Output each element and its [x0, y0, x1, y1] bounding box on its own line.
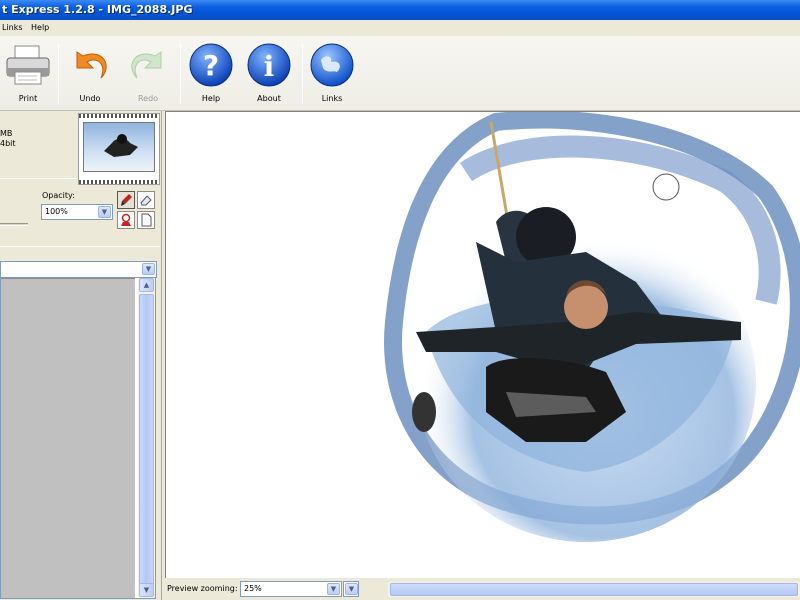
help-label: Help	[201, 94, 221, 103]
list-preview-area	[1, 278, 135, 598]
undo-button[interactable]: Undo	[62, 42, 118, 108]
image-depth-text: 4bit	[0, 139, 16, 148]
window-title: t Express 1.2.8 - IMG_2088.JPG	[2, 3, 193, 16]
chevron-down-icon[interactable]: ▼	[345, 583, 358, 595]
menu-help[interactable]: Help	[31, 23, 49, 32]
print-label: Print	[18, 94, 38, 103]
film-perforation	[79, 180, 159, 184]
print-button[interactable]: Print	[0, 42, 56, 108]
links-button[interactable]: Links	[304, 42, 360, 108]
opacity-label: Opacity:	[42, 191, 75, 200]
brush-icon	[121, 194, 132, 206]
links-globe-icon	[310, 43, 354, 87]
about-icon: i	[247, 43, 291, 87]
stamp-tool-button[interactable]	[117, 211, 135, 229]
vertical-scrollbar[interactable]: ▲ ▼	[138, 278, 155, 598]
chevron-down-icon[interactable]: ▼	[142, 263, 155, 275]
panel-divider	[0, 246, 160, 247]
printer-icon	[6, 45, 50, 85]
chevron-down-icon[interactable]: ▼	[327, 583, 340, 595]
edited-photo	[384, 112, 800, 542]
panel-divider	[0, 178, 76, 179]
undo-label: Undo	[79, 94, 101, 103]
image-size-text: MB	[0, 129, 13, 138]
undo-icon	[76, 51, 107, 79]
brush-tool-button[interactable]	[117, 191, 135, 209]
about-button[interactable]: i About	[241, 42, 297, 108]
layer-list[interactable]: ▼ ▲ ▼	[0, 261, 157, 599]
menu-bar: Links Help	[0, 20, 800, 36]
redo-button[interactable]: Redo	[120, 42, 176, 108]
left-panel: MB 4bit Opacity: 100% ▼ ▼ ▲ ▼	[0, 111, 162, 600]
scroll-up-icon[interactable]: ▲	[139, 278, 154, 292]
zoom-extra-dropdown[interactable]: ▼	[343, 581, 359, 597]
layer-select[interactable]: ▼	[0, 261, 157, 278]
scroll-down-icon[interactable]: ▼	[139, 583, 154, 597]
zoom-label: Preview zooming:	[167, 584, 238, 593]
help-button[interactable]: ? Help	[183, 42, 239, 108]
horizontal-scrollbar[interactable]	[388, 582, 800, 597]
help-icon: ?	[189, 43, 233, 87]
toolbar-separator	[180, 44, 181, 104]
eraser-tool-button[interactable]	[137, 191, 155, 209]
toolbar-separator	[58, 44, 59, 104]
redo-icon	[131, 51, 162, 79]
size-slider-track[interactable]	[0, 223, 28, 226]
status-bar: Preview zooming: 25% ▼ ▼	[162, 578, 800, 600]
links-label: Links	[321, 94, 343, 103]
svg-text:i: i	[264, 50, 275, 83]
menu-links[interactable]: Links	[2, 23, 23, 32]
toolbar: Print Undo Redo ? Help i About Links	[0, 36, 800, 111]
thumbnail-image	[83, 122, 155, 172]
about-label: About	[257, 94, 281, 103]
zoom-value: 25%	[244, 584, 262, 593]
redo-label: Redo	[137, 94, 159, 103]
eraser-icon	[140, 195, 152, 206]
new-page-button[interactable]	[137, 211, 155, 229]
stamp-icon	[121, 213, 131, 226]
image-info: MB 4bit	[0, 129, 16, 149]
chevron-down-icon[interactable]: ▼	[98, 206, 111, 218]
scroll-thumb[interactable]	[139, 294, 154, 596]
page-icon	[141, 213, 152, 227]
image-thumbnail[interactable]	[78, 113, 160, 185]
toolbar-separator	[302, 44, 303, 104]
opacity-select[interactable]: 100% ▼	[41, 204, 113, 220]
svg-text:?: ?	[203, 49, 219, 82]
title-bar: t Express 1.2.8 - IMG_2088.JPG	[0, 0, 800, 20]
zoom-select[interactable]: 25% ▼	[240, 581, 342, 597]
film-perforation	[79, 114, 159, 118]
opacity-value: 100%	[45, 207, 68, 216]
preview-canvas[interactable]	[165, 111, 800, 578]
scroll-thumb[interactable]	[390, 583, 798, 596]
